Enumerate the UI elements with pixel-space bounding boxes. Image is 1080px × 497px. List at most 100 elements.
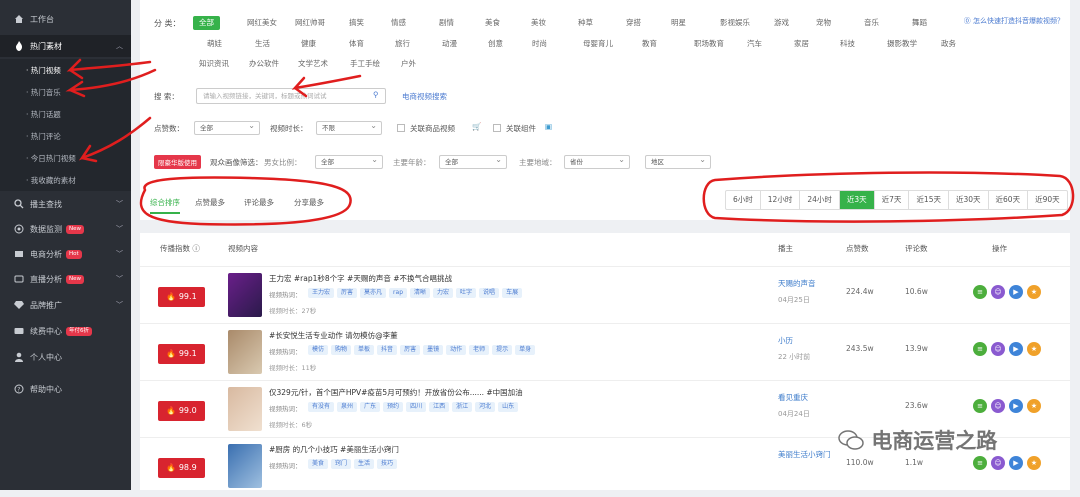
tab-most-comments[interactable]: 评论最多 xyxy=(244,197,274,208)
video-thumbnail[interactable] xyxy=(228,387,262,431)
audience-icon[interactable]: ☺ xyxy=(991,342,1005,356)
hot-word-tag[interactable]: 厉害 xyxy=(337,288,358,298)
play-icon[interactable]: ▶ xyxy=(1009,342,1023,356)
category-option[interactable]: 家居 xyxy=(788,37,815,51)
hot-word-tag[interactable]: 生活 xyxy=(354,459,375,469)
hot-word-tag[interactable]: 浙江 xyxy=(452,402,473,412)
hot-word-tag[interactable]: 王力宏 xyxy=(308,288,335,298)
category-option[interactable]: 美妆 xyxy=(525,16,552,30)
likes-select[interactable]: 全部 xyxy=(194,120,260,135)
hot-word-tag[interactable]: 车展 xyxy=(502,288,523,298)
tab-comprehensive[interactable]: 综合排序 xyxy=(150,197,180,214)
detail-icon[interactable]: ≡ xyxy=(973,399,987,413)
category-option[interactable]: 明星 xyxy=(665,16,692,30)
hot-word-tag[interactable]: rap xyxy=(389,288,407,298)
hot-word-tag[interactable]: 预约 xyxy=(383,402,404,412)
related-component-checkbox[interactable]: 关联组件 xyxy=(493,123,536,134)
video-title[interactable]: 仅329元/针，首个国产HPV#疫苗5月可预约！开放省份公布...... #中国… xyxy=(269,387,523,398)
star-icon[interactable]: ★ xyxy=(1027,342,1041,356)
sidebar-subitem-hot-music[interactable]: · 热门音乐 xyxy=(0,81,131,103)
audience-icon[interactable]: ☺ xyxy=(991,285,1005,299)
time-range-button[interactable]: 近7天 xyxy=(875,191,910,209)
age-select[interactable]: 全部 xyxy=(439,154,507,169)
category-option[interactable]: 政务 xyxy=(935,37,962,51)
category-option[interactable]: 体育 xyxy=(343,37,370,51)
hot-word-tag[interactable]: 厉害 xyxy=(400,345,421,355)
sidebar-subitem-hot-videos[interactable]: · 热门视频 xyxy=(0,59,131,81)
help-link[interactable]: ⓪ 怎么快速打造抖音爆款视频？ xyxy=(964,16,1064,26)
sidebar-item-help[interactable]: ? 帮助中心 xyxy=(0,378,131,400)
city-select[interactable]: 地区 xyxy=(645,154,711,169)
category-option[interactable]: 生活 xyxy=(249,37,276,51)
hot-word-tag[interactable]: 吐字 xyxy=(456,288,477,298)
detail-icon[interactable]: ≡ xyxy=(973,285,987,299)
hot-word-tag[interactable]: 四川 xyxy=(406,402,427,412)
category-option[interactable]: 汽车 xyxy=(741,37,768,51)
category-option[interactable]: 创意 xyxy=(482,37,509,51)
hot-word-tag[interactable]: 单板 xyxy=(354,345,375,355)
sidebar-subitem-my-favorites[interactable]: · 我收藏的素材 xyxy=(0,169,131,191)
gender-select[interactable]: 全部 xyxy=(315,154,383,169)
category-option[interactable]: 母婴育儿 xyxy=(577,37,619,51)
hot-word-tag[interactable]: 动作 xyxy=(446,345,467,355)
creator-link[interactable]: 美丽生活小窍门 xyxy=(778,449,831,460)
category-option[interactable]: 宠物 xyxy=(810,16,837,30)
sidebar-item-live[interactable]: 直播分析 New ﹀ xyxy=(0,268,131,290)
tab-most-shares[interactable]: 分享最多 xyxy=(294,197,324,208)
search-icon[interactable]: ⚲ xyxy=(373,90,379,99)
column-header-comments[interactable]: 评论数 xyxy=(905,243,928,254)
hot-word-tag[interactable]: 力宏 xyxy=(433,288,454,298)
column-header-likes[interactable]: 点赞数 xyxy=(846,243,869,254)
category-option[interactable]: 音乐 xyxy=(858,16,885,30)
time-range-button[interactable]: 近90天 xyxy=(1028,191,1067,209)
hot-word-tag[interactable]: 河北 xyxy=(475,402,496,412)
hot-word-tag[interactable]: 技巧 xyxy=(377,459,398,469)
checkbox-icon[interactable] xyxy=(493,124,501,132)
time-range-button[interactable]: 24小时 xyxy=(800,191,840,209)
checkbox-icon[interactable] xyxy=(397,124,405,132)
category-option[interactable]: 萌娃 xyxy=(201,37,228,51)
category-option[interactable]: 职场教育 xyxy=(688,37,730,51)
category-option[interactable]: 知识资讯 xyxy=(193,57,235,71)
category-option[interactable]: 游戏 xyxy=(768,16,795,30)
hot-word-tag[interactable]: 墨镜 xyxy=(423,345,444,355)
creator-link[interactable]: 天赐的声音 xyxy=(778,278,816,289)
hot-word-tag[interactable]: 单身 xyxy=(515,345,536,355)
duration-select[interactable]: 不限 xyxy=(316,120,382,135)
play-icon[interactable]: ▶ xyxy=(1009,456,1023,470)
sidebar-subitem-hot-topics[interactable]: · 热门话题 xyxy=(0,103,131,125)
star-icon[interactable]: ★ xyxy=(1027,399,1041,413)
category-option[interactable]: 办公软件 xyxy=(243,57,285,71)
category-option[interactable]: 剧情 xyxy=(433,16,460,30)
video-title[interactable]: #长安悦生活专业动作 请勿模仿@李董 xyxy=(269,330,398,341)
category-option[interactable]: 舞蹈 xyxy=(906,16,933,30)
category-option[interactable]: 户外 xyxy=(395,57,422,71)
ecommerce-video-search-link[interactable]: 电商视频搜索 xyxy=(402,91,447,102)
category-option[interactable]: 情感 xyxy=(385,16,412,30)
hot-word-tag[interactable]: 清晰 xyxy=(410,288,431,298)
province-select[interactable]: 省份 xyxy=(564,154,630,169)
detail-icon[interactable]: ≡ xyxy=(973,456,987,470)
time-range-button[interactable]: 近15天 xyxy=(909,191,949,209)
category-option[interactable]: 搞笑 xyxy=(343,16,370,30)
category-option[interactable]: 旅行 xyxy=(389,37,416,51)
hot-word-tag[interactable]: 江西 xyxy=(429,402,450,412)
hot-word-tag[interactable]: 抖音 xyxy=(377,345,398,355)
video-thumbnail[interactable] xyxy=(228,444,262,488)
sidebar-item-dashboard[interactable]: 工作台 xyxy=(0,8,131,30)
category-option[interactable]: 手工手绘 xyxy=(344,57,386,71)
creator-link[interactable]: 看见重庆 xyxy=(778,392,808,403)
sidebar-item-data-monitor[interactable]: 数据监测 New ﹀ xyxy=(0,218,131,240)
hot-word-tag[interactable]: 山东 xyxy=(498,402,519,412)
video-thumbnail[interactable] xyxy=(228,330,262,374)
audience-icon[interactable]: ☺ xyxy=(991,399,1005,413)
hot-word-tag[interactable]: 老师 xyxy=(469,345,490,355)
play-icon[interactable]: ▶ xyxy=(1009,285,1023,299)
category-option[interactable]: 全部 xyxy=(193,16,220,30)
category-option[interactable]: 科技 xyxy=(834,37,861,51)
play-icon[interactable]: ▶ xyxy=(1009,399,1023,413)
category-option[interactable]: 时尚 xyxy=(526,37,553,51)
hot-word-tag[interactable]: 有没有 xyxy=(308,402,335,412)
time-range-button[interactable]: 近3天 xyxy=(839,191,875,209)
time-range-button[interactable]: 12小时 xyxy=(761,191,801,209)
